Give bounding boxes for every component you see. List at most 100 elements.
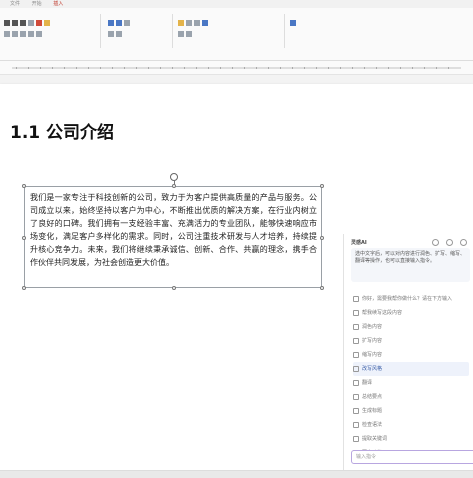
ruler-tick [448, 67, 449, 69]
ruler-tick [148, 67, 149, 69]
style-title-icon[interactable] [202, 19, 208, 26]
ribbon-toolbar [0, 8, 473, 61]
ruler-tick [124, 67, 125, 69]
ruler-tick [268, 67, 269, 69]
ruler-tick [16, 67, 17, 69]
command-bullet-icon [353, 379, 359, 386]
resize-handle[interactable] [320, 184, 324, 188]
command-bullet-icon [353, 435, 359, 442]
document-page[interactable]: 1.1 公司介绍 我们是一家专注于科技创新的公司，致力于为客户提供高质量的产品与… [0, 84, 473, 470]
ai-command-item[interactable]: 扩写内容 [353, 334, 469, 348]
ruler-tick [244, 67, 245, 69]
ai-command-label: 生成标题 [362, 408, 383, 414]
justify-icon[interactable] [28, 30, 34, 37]
resize-handle[interactable] [320, 286, 324, 290]
close-icon[interactable] [460, 239, 467, 246]
ai-command-item[interactable]: 帮我续写这段内容 [353, 306, 469, 320]
ai-command-label: 总结要点 [362, 394, 383, 400]
command-bullet-icon [353, 407, 359, 414]
ai-command-placeholder: 输入指令 [356, 454, 377, 460]
ai-command-item[interactable]: 润色内容 [353, 320, 469, 334]
ruler-tick [352, 67, 353, 69]
style-heading-icon[interactable] [194, 19, 200, 26]
ai-command-list: 你好，需要我帮你做什么？请在下方输入帮我续写这段内容 润色内容扩写内容缩写内容改写… [353, 292, 469, 460]
ruler-tick [412, 67, 413, 69]
align-right-icon[interactable] [20, 30, 26, 37]
horizontal-ruler[interactable] [0, 61, 473, 75]
ai-command-item[interactable]: 你好，需要我帮你做什么？请在下方输入 [353, 292, 469, 306]
indent-icon[interactable] [36, 30, 42, 37]
ai-command-item[interactable]: 检查语法 [353, 418, 469, 432]
text-box[interactable]: 我们是一家专注于科技创新的公司，致力于为客户提供高质量的产品与服务。公司成立以来… [22, 184, 324, 290]
menu-file[interactable]: 文件 [10, 1, 20, 7]
ai-intro-text: 选中文字后，可以对内容进行润色、扩写、缩写、翻译等操作，也可以直接输入指令。 [355, 251, 466, 264]
ruler-tick [304, 67, 305, 69]
ai-command-input[interactable]: 输入指令 [351, 450, 473, 464]
command-bullet-icon [353, 365, 359, 372]
ruler-tick [208, 67, 209, 69]
select-icon[interactable] [290, 19, 296, 26]
command-bullet-icon [353, 323, 359, 330]
ruler-tick [100, 67, 101, 69]
resize-handle[interactable] [22, 286, 26, 290]
resize-handle[interactable] [22, 236, 26, 240]
ai-command-label: 帮我续写这段内容 [362, 310, 403, 316]
ai-command-label: 检查语法 [362, 422, 383, 428]
history-icon[interactable] [432, 239, 439, 246]
ribbon-group-styles [178, 12, 288, 52]
find-icon[interactable] [178, 30, 184, 37]
replace-icon[interactable] [186, 30, 192, 37]
ruler-tick [364, 67, 365, 69]
ruler-tick [376, 67, 377, 69]
ai-command-label: 缩写内容 [362, 352, 383, 358]
ai-command-item[interactable]: 生成标题 [353, 404, 469, 418]
align-left-icon[interactable] [4, 30, 10, 37]
ruler-tick [280, 67, 281, 69]
ruler-tick [112, 67, 113, 69]
resize-handle[interactable] [22, 184, 26, 188]
ai-command-item[interactable]: 改写风格 [353, 362, 469, 376]
ai-command-item[interactable]: 翻译 [353, 376, 469, 390]
textbox-paragraph[interactable]: 我们是一家专注于科技创新的公司，致力于为客户提供高质量的产品与服务。公司成立以来… [30, 191, 317, 269]
menu-home[interactable]: 开始 [32, 1, 42, 7]
ribbon-divider [172, 14, 173, 48]
ruler-tick [220, 67, 221, 69]
resize-handle[interactable] [172, 184, 176, 188]
shading-icon[interactable] [116, 30, 122, 37]
ruler-tick [88, 67, 89, 69]
ruler-tick [256, 67, 257, 69]
ruler-tick [136, 67, 137, 69]
ruler-tick [52, 67, 53, 69]
command-bullet-icon [353, 295, 359, 302]
settings-icon[interactable] [446, 239, 453, 246]
align-center-icon[interactable] [12, 30, 18, 37]
resize-handle[interactable] [320, 236, 324, 240]
ruler-tick [160, 67, 161, 69]
line-spacing-icon[interactable] [124, 19, 130, 26]
ruler-tick [40, 67, 41, 69]
resize-handle[interactable] [172, 286, 176, 290]
ai-command-item[interactable]: 总结要点 [353, 390, 469, 404]
ai-command-label: 润色内容 [362, 324, 383, 330]
ribbon-group-edit [290, 12, 320, 52]
ai-command-label: 翻译 [362, 380, 373, 386]
menu-insert[interactable]: 插入 [53, 1, 63, 7]
ruler-tick [172, 67, 173, 69]
ribbon-group-paragraph [108, 12, 168, 52]
ai-intro-card: 选中文字后，可以对内容进行润色、扩写、缩写、翻译等操作，也可以直接输入指令。 [351, 248, 470, 282]
ai-command-label: 改写风格 [362, 366, 383, 372]
ai-assistant-panel: 灵感AI 选中文字后，可以对内容进行润色、扩写、缩写、翻译等操作，也可以直接输入… [343, 234, 473, 470]
command-bullet-icon [353, 337, 359, 344]
border-icon[interactable] [108, 30, 114, 37]
ribbon-divider [284, 14, 285, 48]
ruler-track [12, 67, 461, 69]
rotate-handle-icon[interactable] [170, 173, 178, 181]
highlight-icon[interactable] [44, 19, 50, 26]
ruler-tick [64, 67, 65, 69]
ruler-tick [196, 67, 197, 69]
ruler-tick [184, 67, 185, 69]
ai-command-item[interactable]: 缩写内容 [353, 348, 469, 362]
ai-command-item[interactable]: 提取关键词 [353, 432, 469, 446]
ruler-tick [28, 67, 29, 69]
command-bullet-icon [353, 393, 359, 400]
